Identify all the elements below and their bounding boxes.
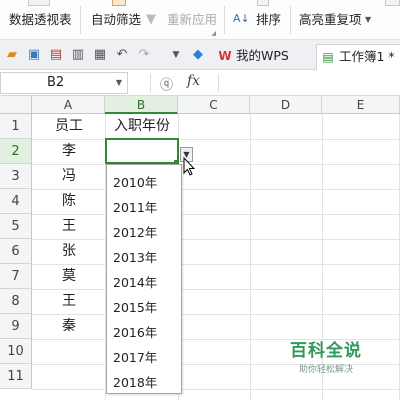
row-header-3[interactable]: 3 <box>0 164 32 189</box>
name-box[interactable]: B2 ▼ <box>0 72 128 94</box>
highlight-duplicates-button[interactable]: 高亮重复项 <box>299 10 362 30</box>
print-icon[interactable]: ▥ <box>70 47 86 63</box>
wps-logo-icon: W <box>218 49 232 63</box>
dropdown-option[interactable]: 2015年 <box>107 295 181 320</box>
tab-label: 工作簿1 * <box>339 49 395 64</box>
column-header-a[interactable]: A <box>32 96 105 114</box>
customize-dropdown-icon[interactable]: ▼ <box>168 47 184 63</box>
pivot-table-button[interactable]: 数据透视表 <box>9 10 72 30</box>
cell-a5[interactable]: 王 <box>33 214 105 239</box>
cell-a9[interactable]: 秦 <box>33 314 105 339</box>
sort-top-icon <box>257 0 269 6</box>
ribbon-more-icon <box>385 0 400 6</box>
row-header-8[interactable]: 8 <box>0 289 32 314</box>
cell-a2[interactable]: 李 <box>33 139 105 164</box>
print-preview-icon[interactable]: ▦ <box>92 47 108 63</box>
select-all-corner[interactable] <box>0 96 32 114</box>
watermark-title: 百科全说 <box>290 341 362 361</box>
divider <box>218 74 219 92</box>
dropdown-option[interactable]: 2017年 <box>107 345 181 370</box>
column-header-e[interactable]: E <box>322 96 400 114</box>
row-header-11[interactable]: 11 <box>0 364 32 389</box>
row-header-10[interactable]: 10 <box>0 339 32 364</box>
tab-my-wps[interactable]: W 我的WPS <box>214 44 289 70</box>
export-pdf-icon[interactable]: ▤ <box>48 47 64 63</box>
quick-access-bar: ▰ ▣ ▤ ▥ ▦ ↶ ↷ ▼ ◆ W 我的WPS ▤ 工作簿1 * <box>0 40 400 70</box>
cube-icon[interactable]: ◆ <box>190 47 206 63</box>
cell-a6[interactable]: 张 <box>33 239 105 264</box>
cell-a8[interactable]: 王 <box>33 289 105 314</box>
cell-a7[interactable]: 莫 <box>33 264 105 289</box>
open-folder-icon[interactable]: ▰ <box>4 47 20 63</box>
sort-button[interactable]: 排序 <box>256 10 281 30</box>
row-header-5[interactable]: 5 <box>0 214 32 239</box>
row-header-2[interactable]: 2 <box>0 139 32 164</box>
dropdown-option[interactable]: 2012年 <box>107 220 181 245</box>
redo-icon[interactable]: ↷ <box>136 47 152 63</box>
dropdown-option[interactable]: 2011年 <box>107 195 181 220</box>
watermark-logo: 百科全说 助你轻松解决 <box>286 336 366 375</box>
reapply-button[interactable]: 重新应用 <box>167 10 217 30</box>
active-cell-b2[interactable] <box>105 138 179 164</box>
divider <box>150 74 151 92</box>
dropdown-option[interactable]: 2016年 <box>107 320 181 345</box>
ribbon-toolbar: 数据透视表 自动筛选 ▼ 重新应用 ◢ A↓ 排序 高亮重复项 ▼ <box>0 0 400 40</box>
spreadsheet-icon: ▤ <box>322 50 334 64</box>
cell-a3[interactable]: 冯 <box>33 164 105 189</box>
row-header-1[interactable]: 1 <box>0 114 32 139</box>
row-header-7[interactable]: 7 <box>0 264 32 289</box>
group-expand-icon[interactable]: ◢ <box>211 30 216 37</box>
auto-filter-button[interactable]: 自动筛选 <box>91 10 141 30</box>
column-header-c[interactable]: C <box>178 96 250 114</box>
dropdown-option[interactable]: 2013年 <box>107 245 181 270</box>
undo-icon[interactable]: ↶ <box>114 47 130 63</box>
cell-a4[interactable]: 陈 <box>33 189 105 214</box>
dropdown-option[interactable]: 2010年 <box>107 170 181 195</box>
ribbon-divider <box>224 6 225 34</box>
chevron-down-icon[interactable]: ▼ <box>116 73 122 93</box>
column-header-d[interactable]: D <box>250 96 322 114</box>
dropdown-option[interactable]: 2018年 <box>107 370 181 395</box>
dropdown-option[interactable]: 2014年 <box>107 270 181 295</box>
cell-b1[interactable]: 入职年份 <box>106 114 178 139</box>
cell-a1[interactable]: 员工 <box>33 114 105 139</box>
save-icon[interactable]: ▣ <box>26 47 42 63</box>
formula-bar: B2 ▼ ⓠ fx <box>0 70 400 96</box>
pivot-table-icon <box>28 0 50 6</box>
ribbon-divider <box>80 6 81 34</box>
reapply-icon: ▼ <box>146 12 156 27</box>
row-header-4[interactable]: 4 <box>0 189 32 214</box>
row-header-9[interactable]: 9 <box>0 314 32 339</box>
tab-label: 我的WPS <box>236 48 289 63</box>
row-header-6[interactable]: 6 <box>0 239 32 264</box>
filter-icon <box>112 0 126 6</box>
watermark-subtitle: 助你轻松解决 <box>298 365 353 375</box>
insert-function-button[interactable]: fx <box>187 73 200 89</box>
gridline <box>32 389 400 390</box>
mouse-pointer-icon <box>183 157 195 176</box>
ribbon-divider <box>290 6 291 34</box>
zoom-search-icon[interactable]: ⓠ <box>160 74 173 93</box>
gridline <box>250 114 251 400</box>
tab-workbook[interactable]: ▤ 工作簿1 * <box>316 44 400 70</box>
column-header-b[interactable]: B <box>105 96 178 114</box>
validation-dropdown-list[interactable]: 2010年 2011年 2012年 2013年 2014年 2015年 2016… <box>106 164 182 394</box>
chevron-down-icon[interactable]: ▼ <box>365 10 371 30</box>
sort-icon: A↓ <box>233 12 250 25</box>
name-box-value: B2 <box>47 75 65 90</box>
